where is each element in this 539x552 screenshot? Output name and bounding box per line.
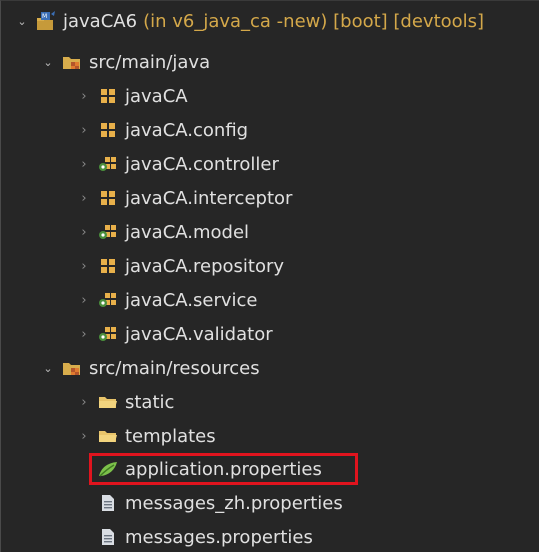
chevron-right-icon[interactable]: › <box>77 293 91 308</box>
package-label: javaCA <box>125 85 188 107</box>
text-file-icon <box>97 528 119 546</box>
chevron-right-icon[interactable]: › <box>77 259 91 274</box>
package-label: javaCA.validator <box>125 323 273 345</box>
chevron-right-icon[interactable]: › <box>77 191 91 206</box>
tree-item-file[interactable]: messages_zh.properties <box>1 486 539 520</box>
chevron-right-icon[interactable]: › <box>77 225 91 240</box>
text-file-icon <box>97 494 119 512</box>
tree-item-project[interactable]: ⌄ M javaCA6 (in v6_java_ca -new) [boot] … <box>1 4 539 38</box>
tree-item-package[interactable]: › javaCA.validator <box>1 317 539 351</box>
tree-item-package[interactable]: › javaCA.interceptor <box>1 181 539 215</box>
package-icon <box>97 87 119 105</box>
package-with-class-icon <box>97 325 119 343</box>
package-with-class-icon <box>97 155 119 173</box>
package-label: javaCA.model <box>125 221 250 243</box>
source-folder-icon <box>61 53 83 71</box>
package-icon <box>97 121 119 139</box>
tree-item-package[interactable]: › javaCA.model <box>1 215 539 249</box>
tree-item-folder[interactable]: › templates <box>1 419 539 453</box>
chevron-right-icon[interactable]: › <box>77 395 91 410</box>
package-label: javaCA.interceptor <box>125 187 293 209</box>
tree-item-package[interactable]: › javaCA.repository <box>1 249 539 283</box>
package-icon <box>97 257 119 275</box>
chevron-down-icon[interactable]: ⌄ <box>15 14 29 28</box>
folder-icon <box>97 393 119 411</box>
chevron-right-icon[interactable]: › <box>77 89 91 104</box>
source-folder-label: src/main/resources <box>89 357 260 379</box>
project-name: javaCA6 <box>63 10 138 32</box>
package-with-class-icon <box>97 223 119 241</box>
source-folder-label: src/main/java <box>89 51 211 73</box>
package-with-class-icon <box>97 291 119 309</box>
java-project-icon: M <box>35 11 57 30</box>
tree-item-package[interactable]: › javaCA.service <box>1 283 539 317</box>
tree-item-folder[interactable]: › static <box>1 385 539 419</box>
chevron-right-icon[interactable]: › <box>77 429 91 444</box>
tree-item-source-folder[interactable]: ⌄ src/main/java <box>1 45 539 79</box>
package-icon <box>97 189 119 207</box>
svg-text:M: M <box>42 13 47 20</box>
file-label: messages.properties <box>125 526 313 548</box>
selection-highlight-box <box>89 453 358 485</box>
chevron-right-icon[interactable]: › <box>77 327 91 342</box>
tree-item-file[interactable]: messages.properties <box>1 520 539 552</box>
package-label: javaCA.config <box>125 119 249 141</box>
package-label: javaCA.service <box>125 289 258 311</box>
package-label: javaCA.controller <box>125 153 279 175</box>
package-label: javaCA.repository <box>125 255 285 277</box>
file-label: messages_zh.properties <box>125 492 343 514</box>
chevron-right-icon[interactable]: › <box>77 157 91 172</box>
tree-item-package[interactable]: › javaCA.controller <box>1 147 539 181</box>
folder-icon <box>97 427 119 445</box>
chevron-right-icon[interactable]: › <box>77 123 91 138</box>
tree-item-source-folder[interactable]: ⌄ src/main/resources <box>1 351 539 385</box>
project-decoration: (in v6_java_ca -new) [boot] [devtools] <box>143 10 485 32</box>
chevron-down-icon[interactable]: ⌄ <box>41 361 55 375</box>
chevron-down-icon[interactable]: ⌄ <box>41 55 55 69</box>
folder-label: templates <box>125 425 216 447</box>
tree-item-package[interactable]: › javaCA.config <box>1 113 539 147</box>
folder-label: static <box>125 391 175 413</box>
package-explorer-tree: ⌄ M javaCA6 (in v6_java_ca -new) [boot] … <box>0 0 539 552</box>
tree-item-package[interactable]: › javaCA <box>1 79 539 113</box>
source-folder-icon <box>61 359 83 377</box>
